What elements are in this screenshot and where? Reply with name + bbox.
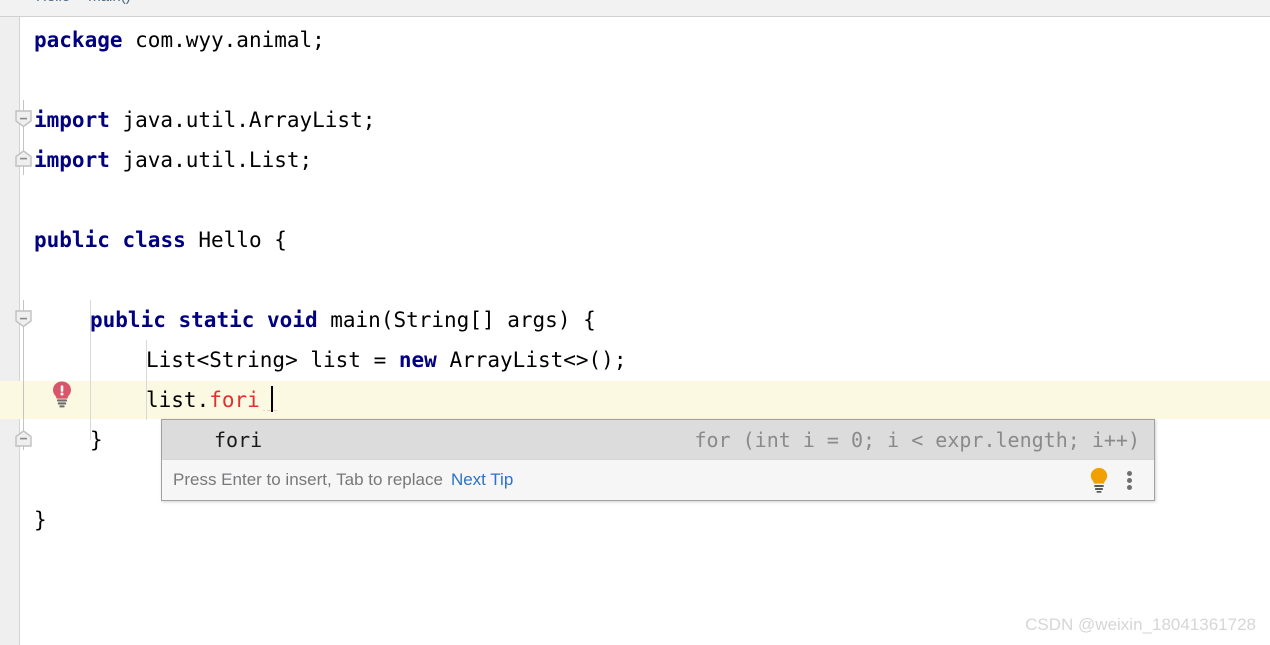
breadcrumb-separator-icon: › (77, 0, 81, 4)
code-token: public (90, 308, 166, 332)
code-token: java.util.ArrayList; (109, 108, 376, 132)
code-token: ArrayList<>(); (436, 348, 627, 372)
code-token: list. (146, 388, 210, 412)
error-intention-bulb-icon[interactable] (50, 380, 74, 408)
error-squiggle: ^^^ (263, 410, 279, 414)
fold-marker-line-11[interactable] (15, 430, 32, 447)
code-line-8[interactable]: public static void main(String[] args) { (90, 300, 596, 340)
completion-footer-hint: Press Enter to insert, Tab to replace (173, 470, 443, 489)
code-line-9[interactable]: List<String> list = new ArrayList<>(); (146, 340, 626, 380)
code-token: static (178, 308, 255, 332)
code-line-4[interactable]: import java.util.List; (34, 140, 312, 180)
code-line-10[interactable]: list.fori (146, 380, 260, 420)
more-dot (1127, 478, 1132, 483)
more-options-icon[interactable] (1122, 469, 1138, 491)
completion-item-label: fori (214, 427, 263, 452)
fold-marker-line-3[interactable] (15, 110, 32, 128)
code-line-6[interactable]: public class Hello { (34, 220, 287, 260)
bulb-svg (1090, 468, 1108, 493)
fold-handle-svg (15, 150, 32, 167)
code-line-3[interactable]: import java.util.ArrayList; (34, 100, 375, 140)
breadcrumb-class[interactable]: Hello (36, 0, 70, 5)
code-token: fori (209, 388, 260, 412)
error-bulb-svg (53, 381, 71, 408)
code-token: import (34, 148, 110, 172)
fold-handle-svg (15, 430, 32, 447)
code-token: class (122, 228, 186, 252)
code-token: Hello { (185, 228, 287, 252)
code-token: } (34, 508, 47, 532)
fold-marker-line-4[interactable] (15, 150, 32, 167)
code-token: void (267, 308, 318, 332)
next-tip-link[interactable]: Next Tip (451, 470, 513, 490)
code-token: import (34, 108, 110, 132)
more-dot (1127, 471, 1132, 476)
text-caret (271, 386, 273, 412)
code-token: main(String[] args) { (317, 308, 596, 332)
fold-handle-svg (15, 110, 32, 128)
breadcrumb-method[interactable]: main() (88, 0, 131, 5)
intention-bulb-icon[interactable] (1088, 467, 1110, 493)
code-token: java.util.List; (109, 148, 313, 172)
code-token: public (34, 228, 110, 252)
completion-item-fori[interactable]: fori for (int i = 0; i < expr.length; i+… (162, 420, 1154, 459)
code-line-1[interactable]: package com.wyy.animal; (34, 20, 325, 60)
breadcrumb: Hello › main() (36, 0, 131, 5)
breadcrumb-bar: Hello › main() (0, 0, 1270, 17)
fold-handle-svg (15, 310, 32, 328)
more-dot (1127, 485, 1132, 490)
code-token: } (90, 428, 103, 452)
fold-marker-line-8[interactable] (15, 310, 32, 328)
code-line-13[interactable]: } (34, 500, 47, 540)
code-token: com.wyy.animal; (122, 28, 325, 52)
csdn-watermark: CSDN @weixin_18041361728 (1025, 615, 1256, 634)
code-token: new (398, 348, 437, 372)
completion-item-hint: for (int i = 0; i < expr.length; i++) (694, 427, 1140, 452)
completion-popup-footer: Press Enter to insert, Tab to replace Ne… (162, 459, 1154, 500)
code-completion-popup[interactable]: fori for (int i = 0; i < expr.length; i+… (161, 419, 1155, 501)
code-token: package (34, 28, 123, 52)
code-token: List<String> list = (146, 348, 399, 372)
code-line-11[interactable]: } (90, 420, 103, 460)
